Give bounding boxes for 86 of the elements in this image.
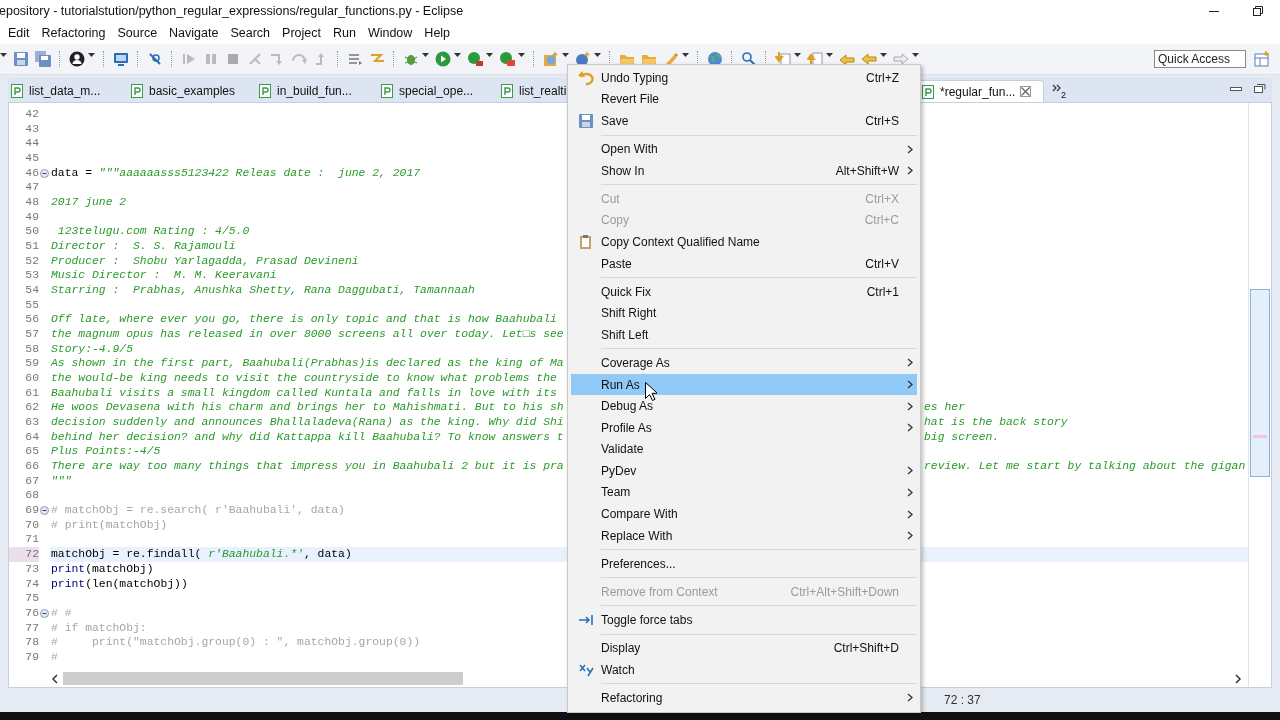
string-text: Off late, where ever you go, there is only topic and that is how Baahubali [51,312,557,328]
comment-text: # print(matchObj) [51,517,168,533]
shortcut-text: Ctrl+1 [866,284,899,299]
line-number: 72 [9,547,39,562]
line-number: 58 [24,341,39,357]
string-text: 2017 june 2 [51,195,127,210]
string-text: """ [51,473,72,489]
line-number: 45 [24,151,39,166]
line-number: 53 [24,268,39,284]
comment-text: # # [51,605,72,621]
line-number: 43 [24,121,39,137]
shortcut-text: Ctrl+Z [866,70,899,85]
line-number: 78 [24,635,39,650]
shortcut-text: Ctrl+C [864,213,899,228]
string-text: Baahubali visits a small kingdom called Kuntala and falls in love with its [51,385,557,401]
code-text: data = [51,165,93,181]
line-number: 65 [24,444,39,460]
line-number: 66 [24,459,39,474]
window-title: epository - tutorialstution/python_regular_expressions/regular_functions.py - Eclipse [0,4,465,18]
shortcut-text: Alt+Shift+W [835,163,899,178]
line-number: 51 [24,239,39,254]
line-number: 50 [24,224,39,240]
line-number: 73 [24,561,39,577]
line-number: 46 [24,165,39,181]
line-number: 77 [24,620,39,636]
string-text: r'Baahubali.*' [208,547,304,562]
line-number: 67 [24,473,39,489]
keyword-text: print [51,561,86,577]
shortcut-text: Ctrl+S [865,114,899,128]
string-text: """aaaaaasss5123422 Releas date : june 2, 2017 [98,165,421,181]
line-number: 61 [24,385,39,401]
line-number: 44 [24,136,39,151]
cursor-position: 72 : 37 [944,693,981,707]
line-number: 56 [24,312,39,328]
comment-text: # if matchObj: [51,620,147,636]
line-number: 62 [24,400,39,416]
line-number: 57 [24,327,39,342]
line-number: 49 [24,209,39,225]
string-text: review. Let me start by talking about the gigan [924,459,1246,474]
string-text: 123telugu.com Rating : 4/5.0 [56,224,250,240]
comment-text: # [51,649,58,665]
line-number: 71 [24,532,39,548]
string-text: Starring : Prabhas, Anushka Shetty, Rana Daggubati, Tamannaah [51,283,475,298]
shortcut-text: Ctrl+Alt+Shift+Down [790,584,899,599]
line-number: 69 [24,503,39,518]
string-text: There are way too many things that impress you in Baahubali 2 but it is pra [51,459,564,474]
string-text: As shown in the first part, Baahubali(Prabhas)is declared as the king of Ma [51,356,564,372]
shortcut-text: Ctrl+V [865,256,899,271]
string-text: es her [924,400,965,416]
line-number: 79 [24,649,39,665]
line-number: 68 [24,488,39,504]
code-text: (matchObj) [85,561,154,577]
line-number: 52 [24,253,39,269]
line-number: 42 [24,107,39,122]
string-text: hat is the back story [924,415,1068,430]
line-number: 75 [24,591,39,606]
string-text: decision suddenly and announces Bhallaladeva(Rana) as the king. Why did Shi [51,415,564,430]
string-text: the magnum opus has released in over 8000 screens all over today. Let□s see [51,327,564,342]
line-number: 63 [24,415,39,430]
string-text: Plus Points:-4/5 [51,444,161,460]
line-number: 55 [24,297,39,313]
string-text: Story:-4.9/5 [51,341,134,357]
code-text: , data) [303,547,352,562]
line-number: 60 [24,371,39,386]
shortcut-text: Ctrl+X [865,191,899,206]
string-text: behind her decision? and why did Kattappa kill Baahubali? To know answers t [51,429,564,445]
line-number: 47 [24,180,39,196]
shortcut-text: Ctrl+Shift+D [833,641,899,656]
string-text: Music Director : M. M. Keeravani [51,268,277,284]
code-text: (len(matchObj)) [85,576,188,592]
string-text: Producer : Shobu Yarlagadda, Prasad Devineni [51,253,359,269]
line-number: 76 [24,605,39,621]
comment-text: # print("matchObj.group(0) : ", matchObj.group(0)) [51,635,421,650]
line-number: 59 [24,356,39,372]
string-text: He woos Devasena with his charm and brings her to Mahishmati. But to his sh [51,400,564,416]
line-number: 54 [24,283,39,298]
line-number: 74 [24,576,39,592]
line-number: 48 [24,195,39,210]
string-text: the would-be king needs to visit the countryside to know what problems the [51,371,557,386]
line-number: 64 [24,429,39,445]
comment-text: # matchObj = re.search( r'Baahubali', data) [51,503,345,518]
line-number: 70 [24,517,39,533]
string-text: Director : S. S. Rajamouli [51,239,236,254]
keyword-text: print [51,576,86,592]
string-text: big screen. [924,429,1000,445]
code-text: matchObj = re.findall( [51,547,203,562]
